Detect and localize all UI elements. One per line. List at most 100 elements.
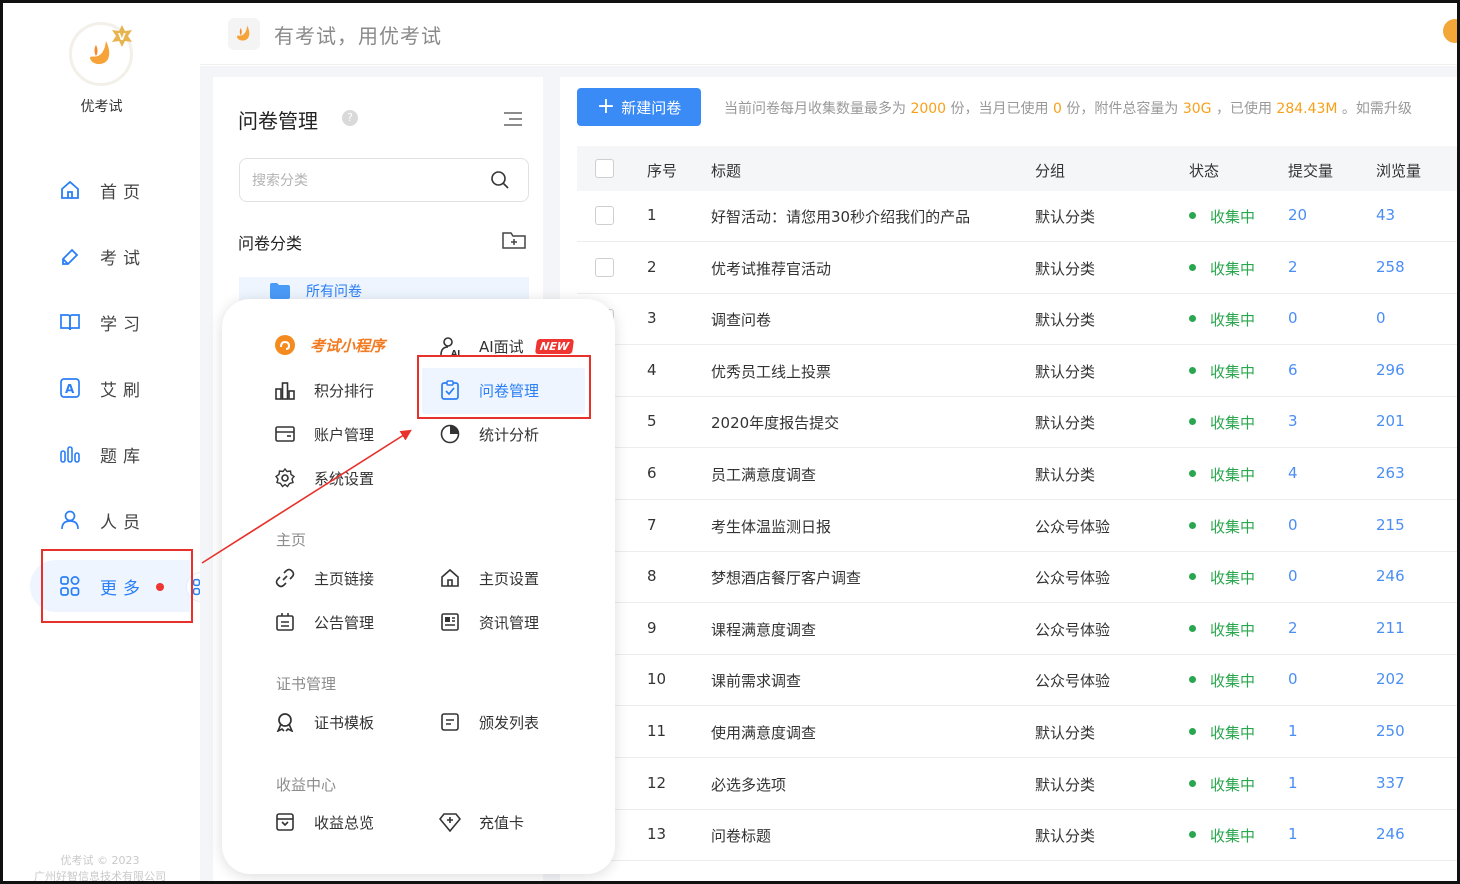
select-all-checkbox[interactable] xyxy=(595,159,614,178)
row-title[interactable]: 问卷标题 xyxy=(711,825,771,846)
row-views[interactable]: 263 xyxy=(1376,464,1405,482)
row-submits[interactable]: 0 xyxy=(1288,670,1298,688)
status-dot-icon xyxy=(1189,624,1196,632)
row-status: 收集中 xyxy=(1189,206,1255,227)
row-views[interactable]: 201 xyxy=(1376,412,1405,430)
stats-label: 统计分析 xyxy=(479,425,540,444)
row-title[interactable]: 必选多选项 xyxy=(711,774,786,795)
table-row[interactable]: 2 优考试推荐官活动 默认分类 2 258 收集中 xyxy=(577,243,1457,294)
table-row[interactable]: 1 好智活动：请您用30秒介绍我们的产品 默认分类 20 43 收集中 xyxy=(577,191,1457,242)
row-submits[interactable]: 1 xyxy=(1288,722,1298,740)
notice-manage-item[interactable]: 公告管理 xyxy=(274,611,374,633)
table-row[interactable]: 4 优秀员工线上投票 默认分类 6 296 收集中 xyxy=(577,346,1457,397)
row-views[interactable]: 246 xyxy=(1376,825,1405,843)
row-views[interactable]: 258 xyxy=(1376,258,1405,276)
plus-icon: + xyxy=(596,94,616,119)
table-row[interactable]: 10 课前需求调查 公众号体验 0 202 收集中 xyxy=(577,655,1457,707)
table-row[interactable]: 5 2020年度报告提交 默认分类 3 201 收集中 xyxy=(577,397,1457,449)
row-views[interactable]: 0 xyxy=(1376,309,1386,327)
row-submits[interactable]: 2 xyxy=(1288,258,1298,276)
table-row[interactable]: 6 员工满意度调查 默认分类 4 263 收集中 xyxy=(577,449,1457,500)
mini-program-item[interactable]: 考试小程序 xyxy=(274,334,385,356)
add-folder-icon[interactable] xyxy=(501,229,527,251)
home-icon xyxy=(58,178,82,202)
row-submits[interactable]: 4 xyxy=(1288,464,1298,482)
row-checkbox[interactable] xyxy=(595,206,614,225)
row-submits[interactable]: 0 xyxy=(1288,516,1298,534)
row-submits[interactable]: 2 xyxy=(1288,619,1298,637)
account-manage-item[interactable]: 账户管理 xyxy=(274,423,374,445)
stats-item[interactable]: 统计分析 xyxy=(439,423,539,445)
category-search-input[interactable] xyxy=(252,170,482,192)
row-views[interactable]: 296 xyxy=(1376,361,1405,379)
row-submits[interactable]: 1 xyxy=(1288,825,1298,843)
cert-template-item[interactable]: 证书模板 xyxy=(274,711,374,733)
row-title[interactable]: 优秀员工线上投票 xyxy=(711,361,831,382)
home-link-item[interactable]: 主页链接 xyxy=(274,567,374,589)
points-rank-item[interactable]: 积分排行 xyxy=(274,379,374,401)
row-views[interactable]: 250 xyxy=(1376,722,1405,740)
col-title: 标题 xyxy=(711,162,742,180)
new-survey-button[interactable]: + 新建问卷 xyxy=(577,88,701,126)
row-submits[interactable]: 3 xyxy=(1288,412,1298,430)
row-views[interactable]: 202 xyxy=(1376,670,1405,688)
ai-interview-item[interactable]: AI AI面试 NEW xyxy=(439,335,574,357)
sidebar-item-home[interactable]: 首页 xyxy=(58,175,146,205)
row-group: 公众号体验 xyxy=(1035,672,1111,691)
help-icon[interactable]: ? xyxy=(342,110,358,126)
col-submits[interactable]: 提交量 xyxy=(1288,160,1333,181)
row-submits[interactable]: 0 xyxy=(1288,309,1298,327)
row-views[interactable]: 215 xyxy=(1376,516,1405,534)
row-title[interactable]: 员工满意度调查 xyxy=(711,464,816,485)
row-views[interactable]: 211 xyxy=(1376,619,1405,637)
row-title[interactable]: 调查问卷 xyxy=(711,309,771,330)
row-no: 12 xyxy=(647,773,667,792)
col-views[interactable]: 浏览量 xyxy=(1376,160,1421,181)
table-row[interactable]: 9 课程满意度调查 公众号体验 2 211 收集中 xyxy=(577,604,1457,655)
row-submits[interactable]: 0 xyxy=(1288,567,1298,585)
recharge-card-item[interactable]: 充值卡 xyxy=(439,811,524,833)
home-settings-item[interactable]: 主页设置 xyxy=(439,567,539,589)
copyright-line2: 广州好智信息技术有限公司 xyxy=(34,870,166,883)
notice-icon xyxy=(274,611,296,633)
row-title[interactable]: 课前需求调查 xyxy=(711,670,801,691)
table-row[interactable]: 7 考生体温监测日报 公众号体验 0 215 收集中 xyxy=(577,501,1457,552)
row-checkbox[interactable] xyxy=(595,257,614,277)
income-overview-item[interactable]: 收益总览 xyxy=(274,811,374,833)
row-title[interactable]: 梦想酒店餐厅客户调查 xyxy=(711,567,861,588)
news-manage-item[interactable]: 资讯管理 xyxy=(439,611,539,633)
sidebar-item-label: 学习 xyxy=(100,314,146,335)
issue-list-item[interactable]: 颁发列表 xyxy=(439,711,539,733)
sidebar-item-aibrush[interactable]: A 艾刷 xyxy=(58,373,146,403)
row-submits[interactable]: 6 xyxy=(1288,361,1298,379)
table-row[interactable]: 8 梦想酒店餐厅客户调查 公众号体验 0 246 收集中 xyxy=(577,552,1457,604)
row-submits[interactable]: 1 xyxy=(1288,774,1298,792)
mini-program-label: 考试小程序 xyxy=(310,336,386,355)
row-title[interactable]: 考生体温监测日报 xyxy=(711,516,831,537)
search-icon[interactable] xyxy=(490,170,510,190)
row-views[interactable]: 43 xyxy=(1376,206,1395,224)
row-title[interactable]: 优考试推荐官活动 xyxy=(711,258,831,279)
collapse-menu-icon[interactable] xyxy=(503,111,523,127)
row-views[interactable]: 246 xyxy=(1376,567,1405,585)
sidebar-item-bank[interactable]: 题库 xyxy=(58,439,146,469)
system-settings-item[interactable]: 系统设置 xyxy=(274,467,374,489)
row-title[interactable]: 使用满意度调查 xyxy=(711,722,816,743)
table-row[interactable]: 3 调查问卷 默认分类 0 0 收集中 xyxy=(577,294,1457,346)
row-title[interactable]: 好智活动：请您用30秒介绍我们的产品 xyxy=(711,206,970,227)
row-title[interactable]: 2020年度报告提交 xyxy=(711,412,839,433)
row-title[interactable]: 课程满意度调查 xyxy=(711,619,816,640)
sidebar-item-exam[interactable]: 考试 xyxy=(58,241,146,271)
table-row[interactable]: 12 必选多选项 默认分类 1 337 收集中 xyxy=(577,759,1457,810)
row-status: 收集中 xyxy=(1189,412,1255,433)
row-no: 10 xyxy=(647,670,667,689)
row-views[interactable]: 337 xyxy=(1376,774,1405,792)
top-logo[interactable] xyxy=(228,18,260,50)
row-submits[interactable]: 20 xyxy=(1288,206,1307,224)
table-row[interactable]: 13 问卷标题 默认分类 1 246 收集中 xyxy=(577,810,1457,862)
avatar[interactable] xyxy=(1443,19,1460,43)
table-row[interactable]: 11 使用满意度调查 默认分类 1 250 收集中 xyxy=(577,707,1457,758)
sidebar-item-users[interactable]: 人员 xyxy=(58,505,146,535)
sidebar-item-study[interactable]: 学习 xyxy=(58,307,146,337)
annotation-box-survey xyxy=(417,355,591,419)
